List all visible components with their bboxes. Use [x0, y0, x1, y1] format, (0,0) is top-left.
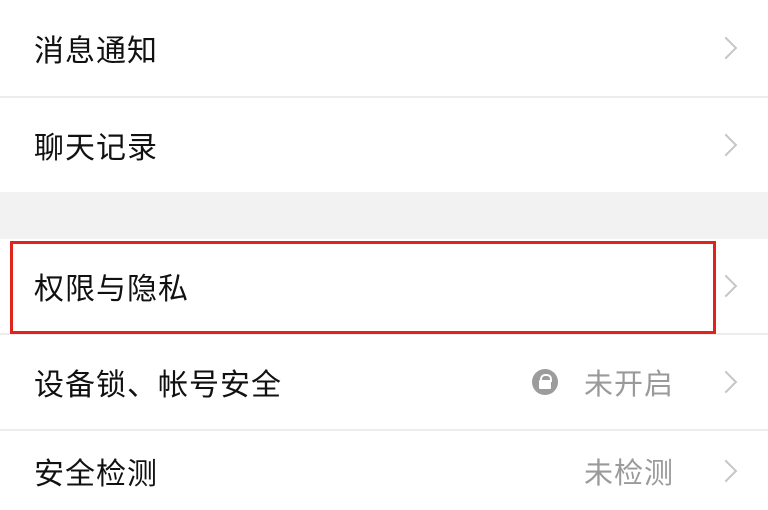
settings-item-chat-history[interactable]: 聊天记录: [0, 98, 768, 192]
settings-screen: 消息通知 聊天记录 权限与隐私 设备锁、帐号安全 未开启 安全检测 未检测: [0, 0, 768, 510]
settings-item-label: 聊天记录: [34, 131, 158, 166]
settings-item-label: 消息通知: [34, 34, 158, 69]
chevron-right-icon: [714, 36, 738, 60]
settings-item-device-lock[interactable]: 设备锁、帐号安全 未开启: [0, 335, 768, 429]
chevron-right-icon: [714, 274, 738, 298]
settings-item-label: 权限与隐私: [34, 272, 189, 307]
settings-item-permissions-privacy[interactable]: 权限与隐私: [0, 239, 768, 333]
chevron-right-icon: [714, 459, 738, 482]
settings-item-security-check[interactable]: 安全检测 未检测: [0, 431, 768, 510]
section-gap: [0, 192, 768, 239]
device-lock-status: 未开启: [584, 367, 675, 401]
settings-item-label: 设备锁、帐号安全: [34, 368, 282, 403]
settings-item-notifications[interactable]: 消息通知: [0, 0, 768, 96]
lock-icon: [532, 369, 558, 395]
settings-item-label: 安全检测: [34, 456, 158, 492]
security-check-status: 未检测: [584, 455, 675, 490]
chevron-right-icon: [714, 370, 738, 394]
chevron-right-icon: [714, 133, 738, 157]
